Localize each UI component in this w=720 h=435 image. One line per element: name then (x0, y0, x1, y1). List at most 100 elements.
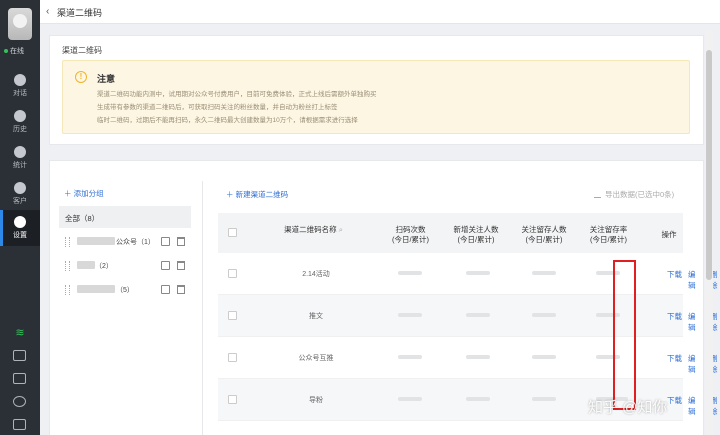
column-divider (202, 181, 203, 435)
redacted-value (466, 397, 490, 401)
drag-handle-icon[interactable] (65, 285, 70, 295)
group-label: 公众号（1） (116, 239, 155, 246)
customer-icon (14, 182, 26, 194)
online-dot-icon (4, 49, 8, 53)
header-retained: 关注留存人数 (今日/累计) (514, 225, 574, 245)
redacted-value (532, 397, 556, 401)
wifi-icon: ≋ (15, 327, 25, 339)
download-link[interactable]: 下载 (667, 395, 682, 406)
megaphone-icon[interactable] (13, 350, 26, 361)
top-bar: ‹ 渠道二维码 (40, 0, 720, 24)
edit-link[interactable]: 编辑 (688, 353, 696, 375)
new-qrcode-button[interactable]: ＋ 新建渠道二维码 (226, 189, 288, 200)
notice-line: 渠道二维码功能内测中，试用期对公众号付费用户，目前可免费体验，正式上线后需额外单… (97, 91, 377, 98)
header-subtext: (今日/累计) (457, 235, 495, 244)
nav-item-chat[interactable]: 对话 (0, 68, 40, 104)
message-icon[interactable] (13, 373, 26, 384)
header-text: 扫码次数 (395, 225, 426, 234)
header-subtext: (今日/累计) (391, 235, 430, 244)
download-link[interactable]: 下载 (667, 269, 682, 280)
redacted-value (398, 271, 422, 275)
redacted-value (398, 397, 422, 401)
group-item-all[interactable]: 全部（8） (59, 206, 191, 228)
page-title: 渠道二维码 (57, 8, 103, 18)
nav-item-label: 客户 (13, 198, 27, 205)
row-checkbox[interactable] (228, 311, 237, 320)
qrcode-name: 推文 (309, 313, 323, 320)
redacted-value (532, 271, 556, 275)
warning-icon: ! (75, 71, 87, 83)
compass-icon[interactable] (13, 396, 26, 407)
edit-icon[interactable] (161, 237, 170, 246)
header-subtext: (今日/累计) (525, 235, 563, 244)
export-label: 导出数据(已选中0条) (605, 190, 675, 199)
redacted-value (532, 355, 556, 359)
qrcode-list-panel: ＋ 添加分组 全部（8） 公众号（1） （2） （5） ＋ 新建渠道二维码 导出… (49, 160, 718, 435)
notice-line: 生成带有参数的渠道二维码后，可获取扫码关注的粉丝数量，并自动为粉丝打上标签 (97, 104, 338, 111)
add-group-button[interactable]: ＋ 添加分组 (64, 188, 104, 199)
trash-icon[interactable] (177, 285, 185, 294)
header-retention-rate: 关注留存率 (今日/累计) (581, 225, 636, 245)
row-checkbox[interactable] (228, 353, 237, 362)
download-link[interactable]: 下载 (667, 353, 682, 364)
edit-link[interactable]: 编辑 (688, 395, 696, 417)
nav-item-customer[interactable]: 客户 (0, 176, 40, 212)
header-text: 关注留存人数 (521, 225, 567, 234)
redacted-value (466, 313, 490, 317)
online-status: 在线 (4, 46, 38, 56)
notice-panel: 渠道二维码 ! 注意 渠道二维码功能内测中，试用期对公众号付费用户，目前可免费体… (49, 35, 704, 145)
nav-item-history[interactable]: 历史 (0, 104, 40, 140)
group-item[interactable]: （5） (59, 279, 191, 301)
search-icon[interactable]: ⌕ (339, 225, 343, 234)
edit-icon[interactable] (161, 261, 170, 270)
export-button[interactable]: 导出数据(已选中0条) (594, 189, 674, 200)
drag-handle-icon[interactable] (65, 261, 70, 271)
history-icon (14, 110, 26, 122)
document-icon[interactable] (13, 419, 26, 430)
row-checkbox[interactable] (228, 395, 237, 404)
header-name: 渠道二维码名称 ⌕ (266, 225, 361, 235)
avatar[interactable] (8, 8, 32, 40)
drag-handle-icon[interactable] (65, 237, 70, 247)
header-text: 渠道二维码名称 (284, 225, 337, 234)
nav-item-label: 历史 (13, 126, 27, 133)
stats-icon (14, 146, 26, 158)
group-item[interactable]: 公众号（1） (59, 231, 191, 253)
online-status-label: 在线 (10, 48, 24, 55)
edit-link[interactable]: 编辑 (688, 269, 696, 291)
scrollbar-thumb[interactable] (706, 50, 712, 280)
group-label: 全部（8） (65, 214, 100, 223)
trash-icon[interactable] (177, 261, 185, 270)
qrcode-name: 导粉 (309, 397, 323, 404)
header-actions: 操作 (654, 230, 684, 240)
redacted-group-name (77, 285, 115, 293)
redacted-value (532, 313, 556, 317)
download-link[interactable]: 下载 (667, 311, 682, 322)
nav-item-label: 统计 (13, 162, 27, 169)
redacted-value (466, 355, 490, 359)
nav-item-stats[interactable]: 统计 (0, 140, 40, 176)
left-nav-rail: 在线 对话 历史 统计 客户 设置 ≋ (0, 0, 40, 435)
notice-title: 注意 (97, 74, 116, 84)
redacted-group-name (77, 237, 115, 245)
select-all-checkbox[interactable] (228, 228, 237, 237)
header-text: 关注留存率 (589, 225, 628, 234)
group-item[interactable]: （2） (59, 255, 191, 277)
redacted-group-name (77, 261, 95, 269)
header-subtext: (今日/累计) (589, 235, 628, 244)
row-checkbox[interactable] (228, 269, 237, 278)
trash-icon[interactable] (177, 237, 185, 246)
nav-item-label: 对话 (13, 90, 27, 97)
redacted-value (398, 313, 422, 317)
redacted-value (398, 355, 422, 359)
highlight-box (613, 260, 636, 410)
gear-icon (14, 216, 26, 228)
nav-item-settings[interactable]: 设置 (0, 210, 40, 246)
chevron-left-icon[interactable]: ‹ (46, 6, 49, 17)
header-new-follows: 新增关注人数 (今日/累计) (446, 225, 506, 245)
edit-icon[interactable] (161, 285, 170, 294)
vertical-scrollbar[interactable] (705, 30, 713, 435)
group-label: （2） (95, 263, 113, 270)
nav-item-label: 设置 (13, 232, 27, 239)
edit-link[interactable]: 编辑 (688, 311, 696, 333)
